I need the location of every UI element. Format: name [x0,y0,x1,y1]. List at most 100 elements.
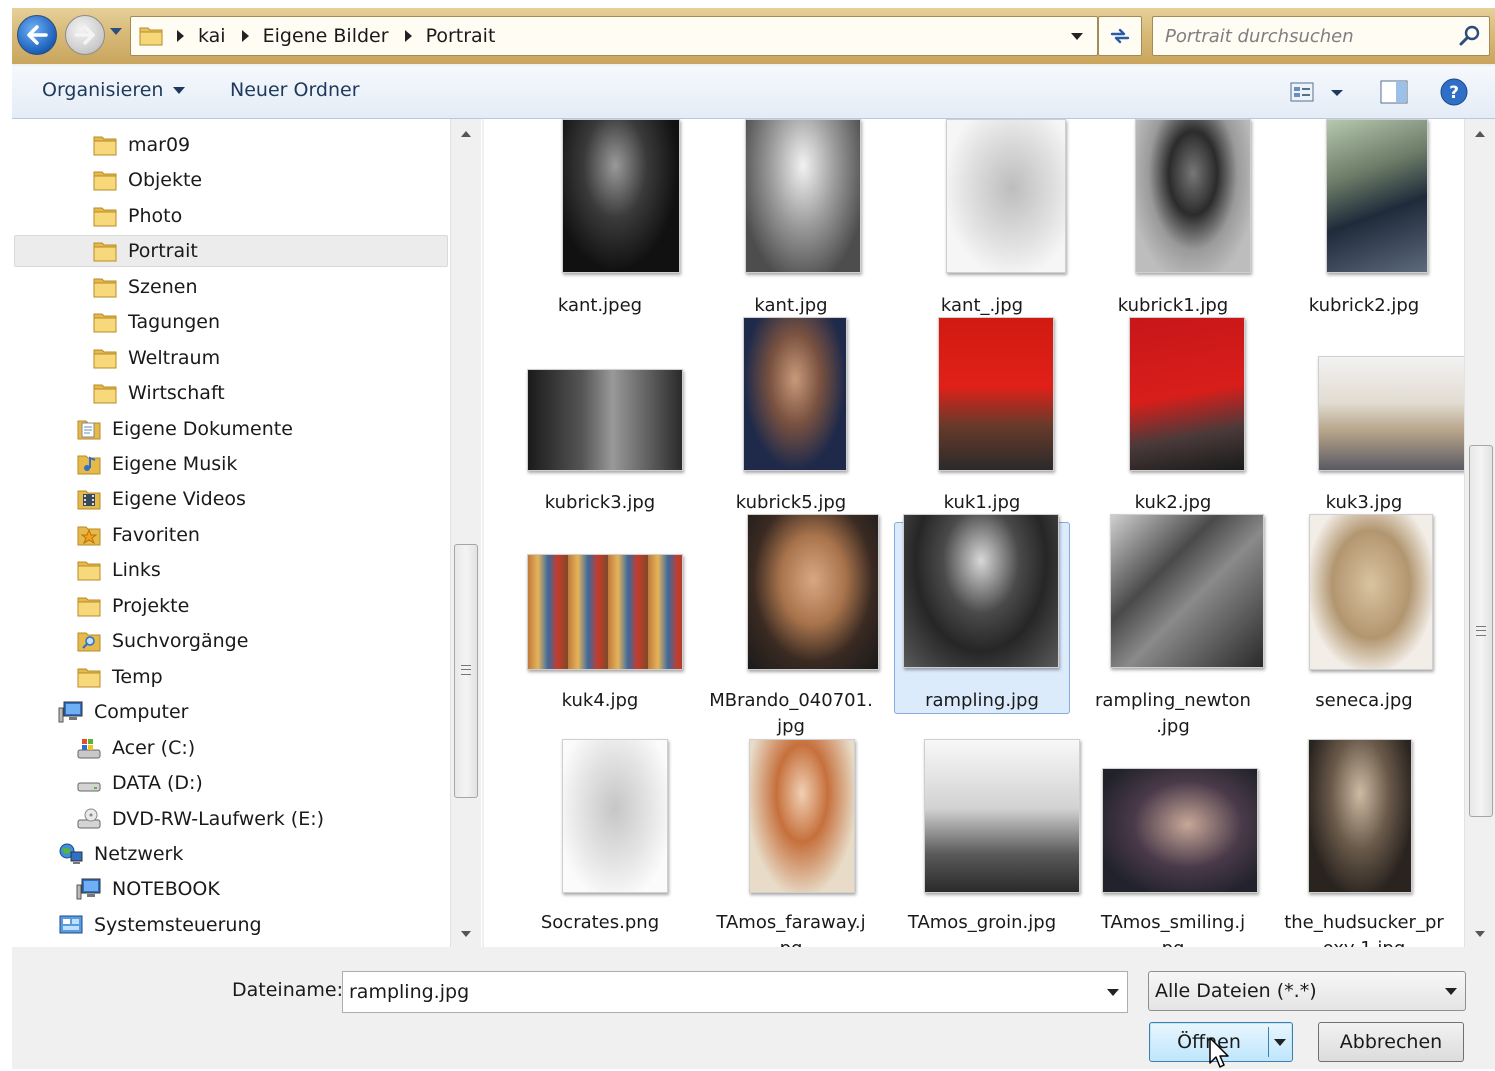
sidebar-item-dvd-rw-laufwerk-e[interactable]: DVD-RW-Laufwerk (E:) [76,803,324,835]
nav-scrollbar[interactable] [450,119,481,947]
file-name-line: TAmos_smiling.j [1100,912,1246,933]
file-name-line: seneca.jpg [1315,690,1413,711]
sidebar-item-portrait[interactable]: Portrait [14,235,448,267]
file-name-line: rampling_newton [1095,690,1251,711]
help-icon[interactable]: ? [1440,78,1468,106]
sidebar-item-eigene-dokumente[interactable]: Eigene Dokumente [76,413,293,445]
organize-button[interactable]: Organisieren [42,79,186,101]
sidebar-item-links[interactable]: Links [76,554,161,586]
image-thumbnail[interactable] [938,317,1054,471]
file-name-line: kubrick1.jpg [1117,295,1229,316]
chevron-right-icon[interactable] [177,30,184,42]
scroll-down-icon[interactable] [1475,931,1485,937]
recent-pages-dropdown[interactable] [110,28,122,35]
filename-field[interactable]: rampling.jpg [342,971,1128,1013]
computer-icon [58,700,84,724]
sidebar-item-projekte[interactable]: Projekte [76,590,189,622]
new-folder-button[interactable]: Neuer Ordner [230,79,360,101]
file-tile[interactable]: TAmos_smiling.jpg [1085,119,1261,947]
image-thumbnail[interactable] [1135,119,1251,273]
sidebar-item-wirtschaft[interactable]: Wirtschaft [92,377,225,409]
sidebar-item-data-d[interactable]: DATA (D:) [76,767,203,799]
sidebar-item-netzwerk[interactable]: Netzwerk [58,838,183,870]
sidebar-item-eigene-videos[interactable]: Eigene Videos [76,483,246,515]
image-thumbnail[interactable] [527,369,683,471]
image-thumbnail[interactable] [562,739,668,893]
views-icon[interactable] [1290,82,1314,102]
image-thumbnail[interactable] [747,514,879,670]
chevron-down-icon[interactable] [1330,88,1344,98]
image-thumbnail[interactable] [562,119,680,273]
sidebar-item-notebook[interactable]: NOTEBOOK [76,873,220,905]
sidebar-item-szenen[interactable]: Szenen [92,271,198,303]
address-history-dropdown[interactable] [1071,33,1083,40]
search-icon[interactable] [1459,25,1481,47]
file-type-select[interactable]: Alle Dateien (*.*) [1148,971,1466,1011]
image-thumbnail[interactable] [946,119,1066,273]
image-thumbnail[interactable] [1110,514,1264,668]
sidebar-item-photo[interactable]: Photo [92,200,182,232]
search-input[interactable] [1163,23,1447,49]
forward-button[interactable] [65,15,105,55]
image-thumbnail[interactable] [1129,317,1245,471]
folder-icon [92,275,118,299]
file-tile[interactable]: TAmos_groin.jpg [894,119,1080,933]
sidebar-item-systemsteuerung[interactable]: Systemsteuerung [58,909,262,941]
image-thumbnail[interactable] [743,317,847,471]
chevron-down-icon[interactable] [1107,989,1119,996]
files-scrollbar[interactable] [1464,119,1495,947]
sidebar-item-temp[interactable]: Temp [76,661,163,693]
sidebar-item-computer[interactable]: Computer [58,696,188,728]
sidebar-item-weltraum[interactable]: Weltraum [92,342,220,374]
chevron-right-icon[interactable] [404,30,412,42]
file-tile[interactable]: Socrates.png [512,119,688,933]
arrow-right-icon [74,25,95,45]
file-name: TAmos_faraway.jpg [703,910,879,947]
refresh-icon [1110,28,1130,44]
breadcrumb[interactable]: kai Eigene Bilder Portrait [130,16,1098,56]
filename-value[interactable]: rampling.jpg [349,981,469,1003]
cancel-button[interactable]: Abbrechen [1318,1022,1464,1062]
image-thumbnail[interactable] [1318,356,1474,471]
image-thumbnail[interactable] [1308,739,1412,893]
open-options-dropdown[interactable] [1274,1039,1286,1046]
image-thumbnail[interactable] [903,514,1059,668]
image-thumbnail[interactable] [1326,119,1428,273]
sidebar-item-objekte[interactable]: Objekte [92,164,202,196]
nav-scroll-thumb[interactable] [454,544,478,798]
new-folder-label: Neuer Ordner [230,79,360,101]
image-thumbnail[interactable] [527,554,683,670]
sidebar-item-tagungen[interactable]: Tagungen [92,306,220,338]
filename-label: Dateiname: [232,979,343,1001]
sidebar-item-eigene-musik[interactable]: Eigene Musik [76,448,237,480]
system-drive-icon [76,736,102,760]
sidebar-item-label: Photo [128,205,183,227]
breadcrumb-item-kai[interactable]: kai [198,25,226,47]
scroll-up-icon[interactable] [1475,131,1485,137]
file-name-line: kubrick2.jpg [1308,295,1420,316]
chevron-right-icon[interactable] [241,30,249,42]
scroll-up-icon[interactable] [461,131,471,137]
image-thumbnail[interactable] [745,119,861,273]
scroll-down-icon[interactable] [461,931,471,937]
preview-pane-icon[interactable] [1380,80,1408,104]
image-thumbnail[interactable] [1102,768,1258,893]
sidebar-item-suchvorgänge[interactable]: Suchvorgänge [76,625,248,657]
chevron-down-icon [173,86,186,94]
image-thumbnail[interactable] [749,739,855,893]
back-button[interactable] [17,15,57,55]
files-scroll-thumb[interactable] [1469,445,1493,817]
breadcrumb-item-portrait[interactable]: Portrait [426,25,496,47]
search-box[interactable] [1152,16,1490,56]
breadcrumb-item-eigene-bilder[interactable]: Eigene Bilder [263,25,389,47]
sidebar-item-mar09[interactable]: mar09 [92,129,190,161]
file-name-line: kuk3.jpg [1325,492,1403,513]
file-tile[interactable]: the_hudsucker_proxy 1.jpg [1276,119,1452,947]
image-thumbnail[interactable] [1309,514,1433,670]
sidebar-item-favoriten[interactable]: Favoriten [76,519,200,551]
file-tile[interactable]: TAmos_faraway.jpg [703,119,879,947]
file-name-line: kant.jpg [754,295,828,316]
sidebar-item-acer-c[interactable]: Acer (C:) [76,732,195,764]
image-thumbnail[interactable] [924,739,1080,893]
refresh-button[interactable] [1098,16,1142,56]
